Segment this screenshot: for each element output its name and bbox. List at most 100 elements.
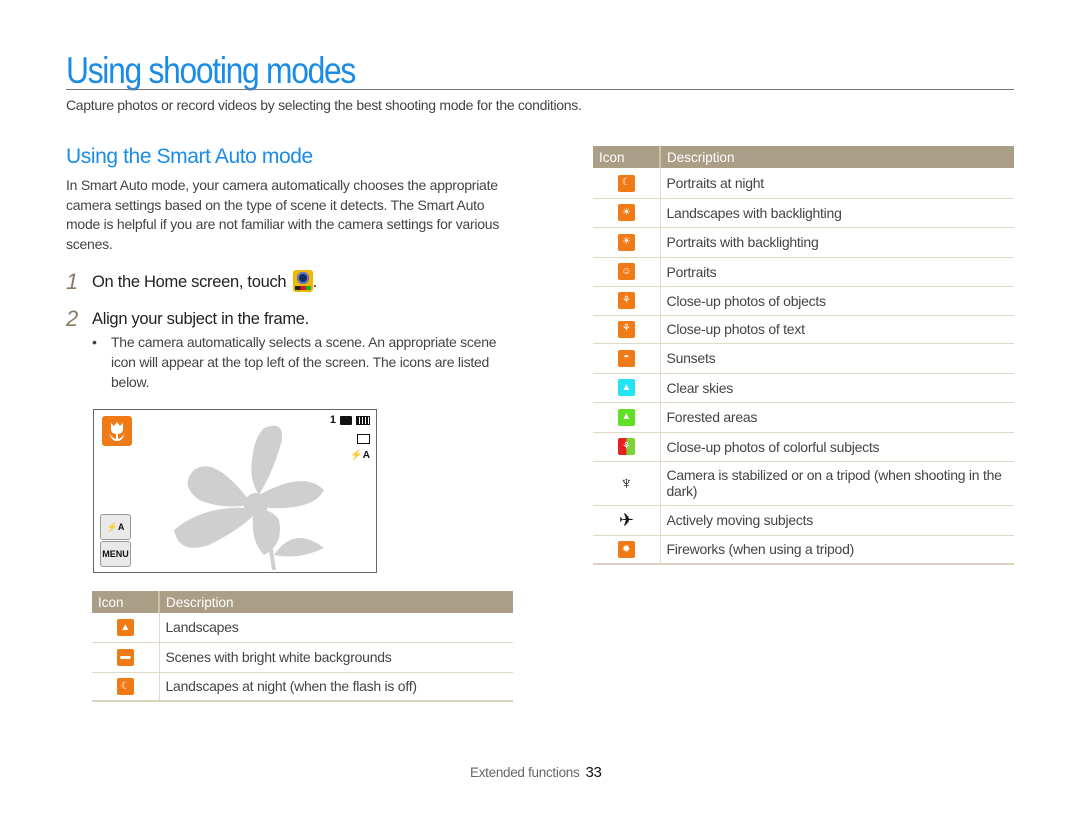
macro-text-icon: ⚘ [617, 320, 635, 338]
clear-sky-icon: ▲ [617, 379, 635, 397]
icon-cell: ✹ [593, 535, 661, 565]
icon-glyph: ▬ [120, 651, 131, 663]
column-header-description: Description [660, 146, 1014, 168]
page-footer: Extended functions 33 [470, 764, 602, 781]
column-header-icon: Icon [92, 591, 160, 613]
description-cell: Camera is stabilized or on a tripod (whe… [660, 461, 1014, 506]
icon-cell: ☀ [593, 227, 661, 258]
description-cell: Sunsets [660, 343, 1014, 374]
description-cell: Portraits with backlighting [660, 227, 1014, 258]
icon-cell: ▲ [593, 402, 661, 433]
macro-tulip-icon [102, 416, 132, 446]
description-cell: Landscapes [159, 613, 513, 643]
landscape-icon: ▲ [116, 619, 134, 637]
description-cell: Close-up photos of colorful subjects [660, 432, 1014, 462]
icon-cell: ☾ [92, 672, 160, 702]
description-cell: Forested areas [660, 402, 1014, 433]
table-row: ♆ Camera is stabilized or on a tripod (wh… [593, 461, 1014, 506]
table-row: ⚘ Close-up photos of colorful subjects [593, 432, 1014, 462]
icon-cell: ☾ [593, 168, 661, 199]
icon-glyph: ◓ [623, 352, 630, 364]
icon-glyph: ⚘ [621, 440, 631, 452]
macro-icon: ⚘ [617, 292, 635, 310]
step-1: 1 On the Home screen, touch . [66, 269, 317, 295]
table-row: ☺ Portraits [593, 257, 1014, 287]
table-row: ▲ Forested areas [593, 402, 1014, 433]
step-number: 1 [66, 269, 78, 294]
icon-cell: ▲ [92, 613, 160, 643]
fireworks-icon: ✹ [617, 541, 635, 559]
backlight-portrait-icon: ☀ [617, 233, 635, 251]
step-text-end: . [312, 273, 318, 291]
description-cell: Clear skies [660, 373, 1014, 403]
table-row: ⚘ Close-up photos of objects [593, 286, 1014, 316]
menu-button[interactable]: MENU [100, 541, 131, 567]
page-intro: Capture photos or record videos by selec… [66, 97, 582, 113]
step-2-bullet: • The camera automatically selects a sce… [92, 332, 512, 392]
table-row: ⚘ Close-up photos of text [593, 315, 1014, 344]
column-header-description: Description [159, 591, 513, 613]
icon-cell: ⚘ [593, 432, 661, 462]
page-number: 33 [585, 764, 602, 781]
flower-silhouette [174, 425, 324, 570]
footer-section: Extended functions [470, 765, 580, 780]
sunset-icon: ◓ [617, 349, 635, 367]
description-cell: Landscapes at night (when the flash is o… [159, 672, 513, 702]
white-background-icon: ▬ [116, 648, 134, 666]
icon-cell: ◓ [593, 343, 661, 374]
description-cell: Portraits [660, 257, 1014, 287]
icon-glyph: ☺ [621, 265, 632, 277]
table-row: ▲ Landscapes [92, 613, 513, 643]
flash-button[interactable]: ⚡A [100, 514, 131, 540]
description-cell: Close-up photos of objects [660, 286, 1014, 316]
page-title: Using shooting modes [66, 50, 356, 91]
icon-glyph: ☾ [621, 177, 631, 189]
tripod-icon: ♆ [619, 473, 634, 493]
table-row: ☀ Portraits with backlighting [593, 227, 1014, 258]
icon-glyph: ♆ [619, 473, 634, 493]
scene-icons-table-left: Icon Description ▲ Landscapes ▬ Scenes with… [92, 591, 513, 702]
image-size-icon [357, 434, 370, 447]
description-cell: Fireworks (when using a tripod) [660, 535, 1014, 565]
smart-auto-app-icon [292, 270, 313, 292]
icon-glyph: ☾ [120, 680, 130, 692]
icon-cell: ☺ [593, 257, 661, 287]
section-heading: Using the Smart Auto mode [66, 145, 313, 168]
macro-color-icon: ⚘ [617, 438, 635, 456]
table-row: ◓ Sunsets [593, 343, 1014, 374]
description-cell: Portraits at night [660, 168, 1014, 199]
portrait-icon: ☺ [617, 263, 635, 281]
bullet-text: The camera automatically selects a scene… [111, 334, 497, 390]
table-row: ▲ Clear skies [593, 373, 1014, 403]
description-cell: Close-up photos of text [660, 315, 1014, 344]
icon-cell: ⚘ [593, 286, 661, 316]
table-row: ☾ Portraits at night [593, 168, 1014, 199]
memory-card-icon [340, 415, 352, 425]
camera-status-bar: 1 [330, 414, 370, 426]
night-portrait-icon: ☾ [617, 174, 635, 192]
table-row: ☀ Landscapes with backlighting [593, 198, 1014, 228]
column-header-icon: Icon [593, 146, 661, 168]
battery-icon [356, 415, 370, 425]
action-icon: ✈ [619, 510, 634, 530]
description-cell: Scenes with bright white backgrounds [159, 642, 513, 673]
step-2: 2 Align your subject in the frame. [66, 306, 309, 332]
table-row: ▬ Scenes with bright white backgrounds [92, 642, 513, 673]
table-row: ✈ Actively moving subjects [593, 505, 1014, 536]
night-landscape-icon: ☾ [116, 678, 134, 696]
icon-cell: ▲ [593, 373, 661, 403]
icon-glyph: ☀ [621, 206, 631, 218]
icon-glyph: ⚘ [621, 294, 631, 306]
icon-glyph: ▲ [621, 381, 632, 393]
shot-count: 1 [329, 414, 336, 426]
icon-glyph: ▲ [120, 621, 131, 633]
icon-glyph: ▲ [621, 411, 632, 423]
backlight-landscape-icon: ☀ [617, 204, 635, 222]
icon-glyph: ✹ [622, 543, 631, 555]
forest-icon: ▲ [617, 408, 635, 426]
icon-glyph: ☀ [621, 236, 631, 248]
title-divider [66, 89, 1014, 90]
bullet-dot: • [92, 334, 97, 350]
step-text: On the Home screen, touch [92, 273, 287, 291]
icon-cell: ☀ [593, 198, 661, 228]
